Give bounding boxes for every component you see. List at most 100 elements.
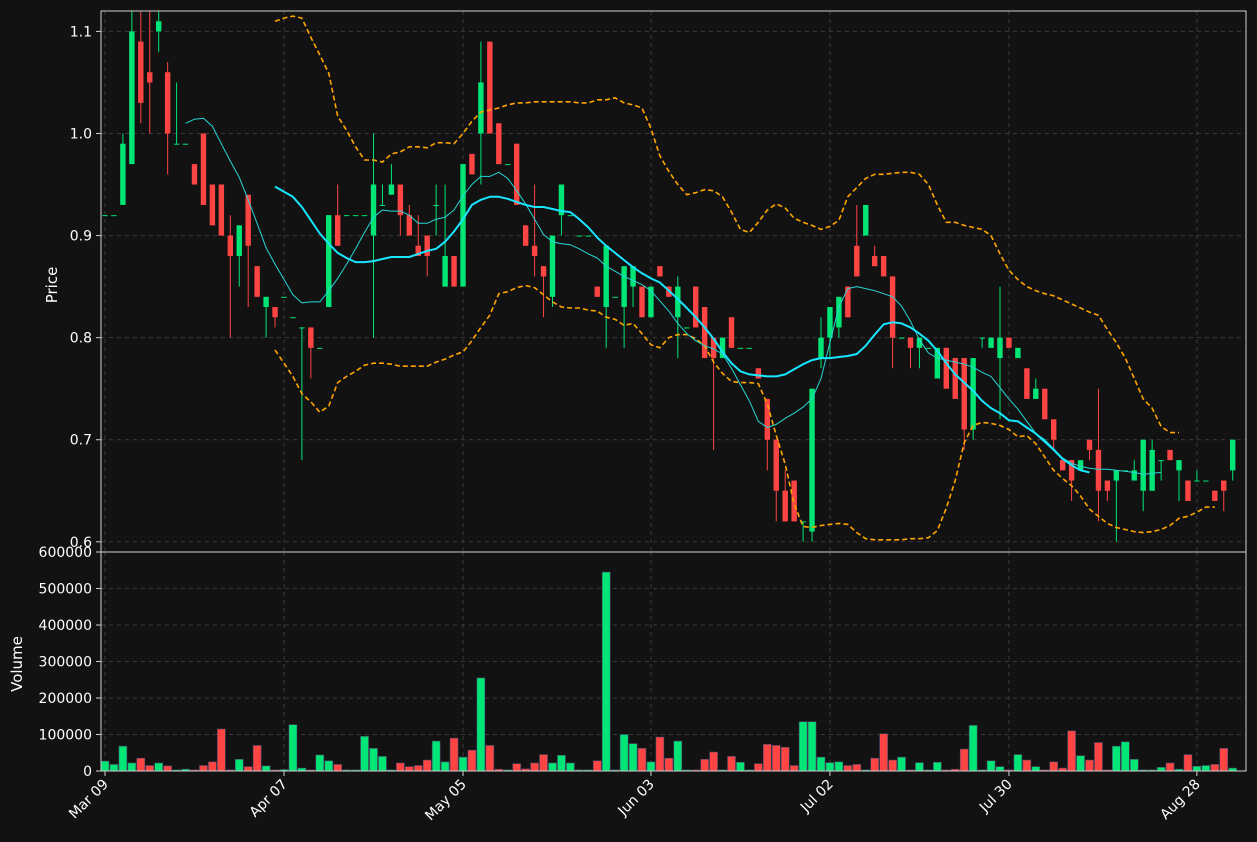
volume-bar <box>834 761 844 772</box>
volume-bar <box>467 749 477 772</box>
candle-body <box>701 307 708 359</box>
candle-body <box>236 225 242 256</box>
candle-body <box>1059 460 1066 471</box>
volume-bar <box>1121 741 1130 772</box>
volume-bar <box>566 762 575 772</box>
volume-bar <box>476 677 486 772</box>
volume-bar <box>252 745 262 772</box>
volume-bar <box>754 763 763 772</box>
volume-bar <box>217 728 226 772</box>
price-tick-label: 0.7 <box>70 433 92 449</box>
volume-bar <box>673 740 683 772</box>
volume-bar <box>539 754 548 772</box>
candle-body <box>388 184 395 195</box>
volume-bar <box>995 766 1005 772</box>
volume-bar <box>199 765 208 772</box>
candle-body <box>657 266 663 277</box>
candle-body <box>361 215 368 217</box>
volume-bar <box>440 761 450 772</box>
volume-bar <box>458 756 468 772</box>
candle-body <box>505 164 511 166</box>
volume-bar <box>1201 765 1211 772</box>
volume-bar <box>136 757 146 772</box>
candle-body <box>343 215 350 217</box>
volume-bar <box>655 736 665 772</box>
volume-tick-label: 600000 <box>39 545 92 561</box>
volume-tick-label: 300000 <box>39 655 92 671</box>
volume-bar <box>208 761 217 772</box>
volume-tick-label: 0 <box>83 764 92 780</box>
candle-body <box>952 358 958 399</box>
volume-bar <box>1022 759 1032 772</box>
candle-body <box>854 245 860 277</box>
candle-body <box>1194 480 1200 482</box>
volume-bar <box>816 756 826 772</box>
candle-body <box>1158 460 1164 462</box>
volume-bar <box>1210 764 1220 772</box>
volume-bar <box>449 737 459 772</box>
candle-body <box>200 133 207 205</box>
candle-body <box>138 41 144 103</box>
volume-bar <box>798 721 808 772</box>
volume-tick-label: 100000 <box>39 728 92 744</box>
candle-body <box>469 153 475 175</box>
volume-bar <box>1219 748 1229 772</box>
candle-body <box>585 235 591 237</box>
volume-bar <box>736 761 745 772</box>
candle-body <box>156 21 162 32</box>
candle-body <box>979 337 985 339</box>
candle-body <box>845 286 851 318</box>
volume-bar <box>1049 761 1058 772</box>
candle-body <box>317 347 323 349</box>
candle-body <box>1024 368 1030 399</box>
candle-body <box>308 327 314 348</box>
candle-body <box>540 266 547 277</box>
candle-body <box>370 184 377 236</box>
volume-bar <box>771 745 781 772</box>
volume-bar <box>897 756 906 772</box>
volume-bar <box>825 762 835 772</box>
candle-body <box>245 194 251 246</box>
volume-bar <box>243 766 253 772</box>
chart-background <box>0 0 1257 842</box>
candle-body <box>272 307 278 318</box>
candle-body <box>424 235 430 256</box>
volume-bar <box>1094 742 1103 772</box>
candle-body <box>1185 480 1191 501</box>
candle-body <box>925 347 932 349</box>
candle-body <box>1051 419 1057 440</box>
candle-body <box>755 368 762 379</box>
candle-body <box>594 286 600 297</box>
candle-body <box>299 327 305 329</box>
volume-bar <box>619 734 629 772</box>
stock-chart: 0.60.70.80.91.01.10100000200000300000400… <box>0 0 1257 842</box>
price-tick-label: 0.9 <box>70 229 92 245</box>
candle-body <box>728 317 735 348</box>
volume-bar <box>1156 767 1166 772</box>
candle-body <box>1176 460 1182 471</box>
candle-body <box>988 337 994 348</box>
candle-body <box>907 337 914 348</box>
volume-bar <box>261 765 271 772</box>
candle-body <box>1149 449 1155 491</box>
candle-body <box>209 184 216 226</box>
candle-body <box>567 215 574 217</box>
candle-body <box>997 337 1003 359</box>
candle-body <box>898 337 905 339</box>
volume-bar <box>664 757 674 772</box>
volume-bar <box>154 762 163 772</box>
volume-bar <box>637 748 647 772</box>
candle-body <box>191 164 198 185</box>
candle-body <box>1033 388 1039 399</box>
volume-bar <box>592 760 602 772</box>
volume-bar <box>1076 755 1085 772</box>
candle-body <box>531 245 538 256</box>
volume-bar <box>485 745 495 772</box>
candle-body <box>1095 449 1102 491</box>
volume-bar <box>1031 766 1041 772</box>
volume-axis-label: Volume <box>8 636 26 692</box>
volume-bar <box>1192 765 1202 772</box>
candle-body <box>487 41 493 134</box>
volume-bar <box>378 756 387 772</box>
candle-body <box>1167 449 1173 461</box>
